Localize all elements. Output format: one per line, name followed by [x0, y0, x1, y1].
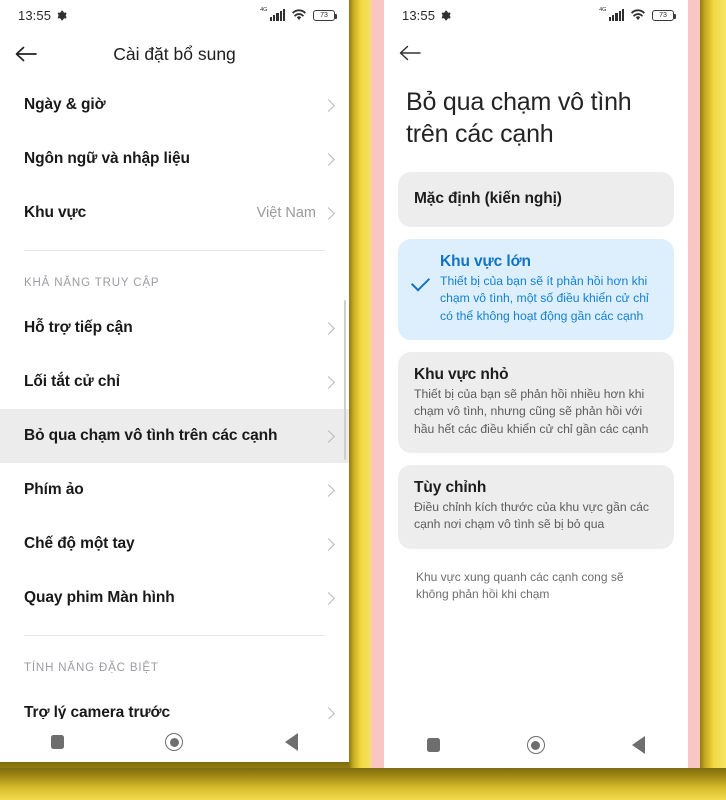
list-item-value: Việt Nam — [256, 205, 316, 221]
left-phone-screen: 13:55 4G 73 Cài đặt bổ sung Ngày & giờ N… — [0, 0, 349, 765]
right-app-bar — [384, 30, 688, 76]
battery-level-label: 73 — [320, 11, 328, 19]
left-app-bar: Cài đặt bổ sung — [0, 30, 349, 78]
battery-level-label: 73 — [659, 11, 667, 19]
chevron-right-icon — [322, 537, 335, 551]
list-item[interactable]: Phím ảo — [0, 463, 349, 517]
chevron-right-icon — [322, 429, 335, 443]
status-bar-right-group: 4G 73 — [599, 7, 677, 21]
option-title: Khu vực lớn — [440, 253, 531, 270]
list-item-label: Hỗ trợ tiếp cận — [24, 319, 133, 336]
right-phone-content: 13:55 4G 73 Bỏ qua chạm vô tình trên các… — [384, 0, 688, 768]
list-item[interactable]: Khu vực Việt Nam — [0, 186, 349, 240]
option-card-large-area[interactable]: Khu vực lớn Thiết bị của bạn sẽ ít phản … — [398, 239, 674, 340]
chevron-right-icon — [322, 98, 335, 112]
option-description: Thiết bị của bạn sẽ phản hồi nhiều hơn k… — [414, 386, 649, 436]
settings-list: Ngày & giờ Ngôn ngữ và nhập liệu Khu vực… — [0, 78, 349, 740]
checkmark-icon — [410, 272, 431, 292]
option-card-small-area[interactable]: Khu vực nhỏ Thiết bị của bạn sẽ phản hồi… — [398, 351, 674, 453]
square-recents-icon[interactable] — [427, 738, 441, 752]
screenshot-stage: 13:55 4G 73 Cài đặt bổ sung Ngày & giờ N… — [0, 0, 726, 800]
network-type-label: 4G — [260, 7, 268, 13]
option-title: Mặc định (kiến nghị) — [414, 190, 562, 207]
chevron-right-icon — [322, 375, 335, 389]
option-title: Tùy chỉnh — [414, 478, 487, 496]
frame-strip-middle — [349, 0, 371, 770]
status-bar-left: 13:55 4G 73 — [0, 0, 349, 30]
back-arrow-icon — [15, 46, 37, 62]
list-item-label: Lối tắt cử chỉ — [24, 373, 120, 390]
battery-icon: 73 — [313, 9, 338, 21]
chevron-right-icon — [322, 152, 335, 166]
section-header-special: TÍNH NĂNG ĐẶC BIỆT — [24, 662, 159, 674]
list-item-label: Khu vực — [24, 204, 87, 221]
network-type-label: 4G — [599, 7, 607, 13]
status-bar-left-group: 13:55 — [18, 8, 67, 23]
list-item[interactable]: Chế độ một tay — [0, 517, 349, 571]
list-item[interactable]: Quay phim Màn hình — [0, 571, 349, 625]
triangle-back-icon[interactable] — [631, 736, 645, 754]
scrollbar[interactable] — [343, 300, 346, 460]
status-time: 13:55 — [18, 7, 52, 23]
back-button-left[interactable] — [0, 30, 52, 78]
option-card-list: Mặc định (kiến nghị) Khu vực lớn Thiết b… — [384, 150, 688, 603]
chevron-right-icon — [322, 206, 335, 220]
list-item-label: Ngày & giờ — [24, 96, 106, 113]
right-phone-screen: 13:55 4G 73 Bỏ qua chạm vô tình trên các… — [371, 0, 700, 768]
chevron-right-icon — [322, 591, 335, 605]
signal-bars-icon: 4G — [599, 7, 624, 21]
option-description: Điều chỉnh kích thước của khu vực gần cá… — [414, 499, 649, 532]
status-bar-right: 13:55 4G 73 — [384, 0, 688, 30]
list-item-label: Bỏ qua chạm vô tình trên các cạnh — [24, 427, 278, 444]
frame-strip-right — [700, 0, 726, 770]
footnote-text: Khu vực xung quanh các cạnh cong sẽ khôn… — [416, 569, 624, 602]
gear-icon — [57, 10, 67, 20]
back-arrow-icon — [399, 45, 421, 61]
list-item[interactable]: Ngôn ngữ và nhập liệu — [0, 132, 349, 186]
status-time: 13:55 — [402, 7, 436, 23]
list-item[interactable]: Hỗ trợ tiếp cận — [0, 301, 349, 355]
triangle-back-icon[interactable] — [285, 733, 299, 751]
chevron-right-icon — [322, 321, 335, 335]
list-item-label: Ngôn ngữ và nhập liệu — [24, 150, 190, 167]
square-recents-icon[interactable] — [50, 735, 64, 749]
option-card-default[interactable]: Mặc định (kiến nghị) — [398, 172, 674, 227]
list-item-label: Quay phim Màn hình — [24, 589, 175, 606]
circle-home-icon[interactable] — [526, 736, 545, 754]
section-header-accessibility: KHẢ NĂNG TRUY CẬP — [24, 277, 160, 289]
status-bar-left-group: 13:55 — [402, 8, 451, 23]
chevron-right-icon — [322, 483, 335, 497]
list-item-label: Chế độ một tay — [24, 535, 135, 552]
back-button-right[interactable] — [384, 29, 436, 77]
option-card-custom[interactable]: Tùy chỉnh Điều chỉnh kích thước của khu … — [398, 464, 674, 549]
circle-home-icon[interactable] — [165, 733, 184, 751]
list-item[interactable]: Ngày & giờ — [0, 78, 349, 132]
chevron-right-icon — [322, 706, 335, 720]
nav-bar-left — [0, 719, 349, 765]
list-item-selected[interactable]: Bỏ qua chạm vô tình trên các cạnh — [0, 409, 349, 463]
signal-bars-icon: 4G — [260, 7, 285, 21]
list-item-label: Phím ảo — [24, 481, 84, 498]
gear-icon — [441, 10, 451, 20]
option-title: Khu vực nhỏ — [414, 365, 509, 383]
wifi-icon — [292, 9, 306, 20]
status-bar-right-group: 4G 73 — [260, 7, 338, 21]
wifi-icon — [631, 9, 645, 20]
list-item[interactable]: Lối tắt cử chỉ — [0, 355, 349, 409]
nav-bar-right — [384, 722, 688, 768]
frame-strip-bottom — [0, 768, 726, 800]
page-title-left: Cài đặt bổ sung — [113, 43, 236, 64]
page-title-right: Bỏ qua chạm vô tình trên các cạnh — [406, 88, 632, 148]
option-description: Thiết bị của bạn sẽ ít phản hồi hơn khi … — [440, 274, 649, 323]
battery-icon: 73 — [652, 9, 677, 21]
